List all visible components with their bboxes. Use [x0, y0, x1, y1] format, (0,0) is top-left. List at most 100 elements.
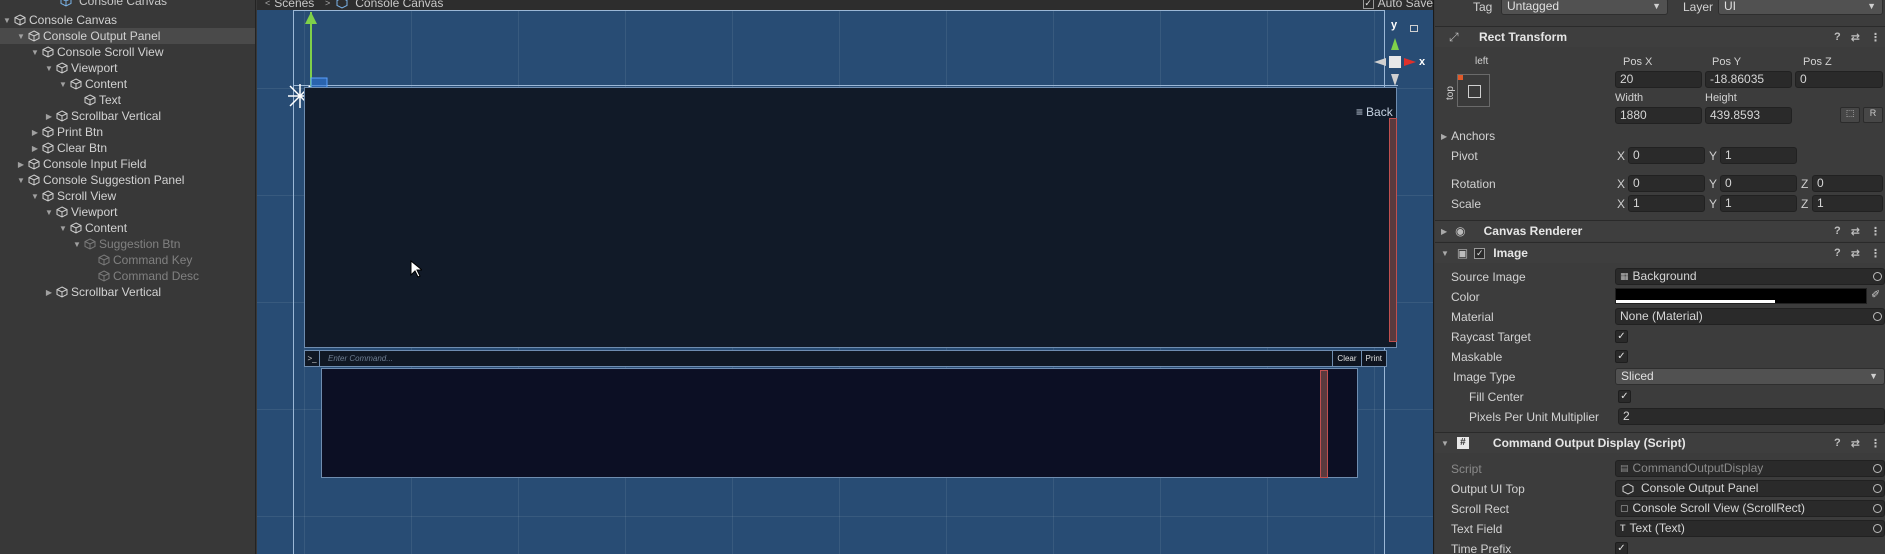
gizmo-x-cone[interactable] — [1404, 58, 1416, 66]
chevron-down-icon[interactable]: ▼ — [16, 32, 26, 41]
breadcrumb-scenes[interactable]: < Scenes — [265, 0, 314, 10]
settings-sliders-icon[interactable]: ⇄ — [1851, 31, 1860, 44]
output-scrollbar[interactable] — [1389, 118, 1397, 342]
ppu-multiplier-field[interactable]: 2 — [1618, 408, 1885, 425]
anchors-row[interactable]: ▶ Anchors — [1435, 126, 1885, 146]
rotation-x-field[interactable]: 0 — [1628, 175, 1705, 192]
chevron-right-icon[interactable]: ▶ — [30, 128, 40, 137]
pos-x-field[interactable]: 20 — [1615, 71, 1702, 88]
component-menu[interactable]: ? ⇄ ⋮ — [1834, 437, 1881, 450]
object-picker-icon[interactable] — [1873, 484, 1882, 493]
hierarchy-item[interactable]: ▼ Content — [0, 220, 255, 236]
scroll-rect-field[interactable]: ▢ Console Scroll View (ScrollRect) — [1615, 500, 1885, 517]
hierarchy-item[interactable]: ▶ Console Input Field — [0, 156, 255, 172]
hierarchy-item[interactable]: ▼ Console Scroll View — [0, 44, 255, 60]
fill-center-checkbox[interactable]: ✓ — [1618, 390, 1631, 403]
hierarchy-top-item[interactable]: Console Canvas — [58, 0, 167, 8]
chevron-down-icon[interactable]: ▼ — [58, 80, 68, 89]
help-icon[interactable]: ? — [1834, 31, 1841, 44]
hierarchy-item[interactable]: ▶ Clear Btn — [0, 140, 255, 156]
settings-sliders-icon[interactable]: ⇄ — [1851, 437, 1860, 450]
chevron-down-icon[interactable]: ▼ — [58, 224, 68, 233]
console-suggestion-panel[interactable] — [321, 368, 1358, 478]
object-picker-icon[interactable] — [1873, 504, 1882, 513]
component-menu[interactable]: ? ⇄ ⋮ — [1834, 247, 1881, 260]
console-output-panel[interactable] — [304, 87, 1397, 348]
command-output-header[interactable]: ▼ # Command Output Display (Script) ? ⇄ ⋮ — [1435, 432, 1885, 453]
hierarchy-item[interactable]: ▶ Scrollbar Vertical — [0, 108, 255, 124]
gizmo-y-cone[interactable] — [1391, 38, 1399, 50]
gizmo-neg-x-cone[interactable] — [1374, 58, 1386, 66]
object-picker-icon[interactable] — [1873, 524, 1882, 533]
component-menu[interactable]: ? ⇄ ⋮ — [1834, 225, 1881, 238]
hierarchy-item[interactable]: Command Desc — [0, 268, 255, 284]
pos-y-field[interactable]: -18.86035 — [1705, 71, 1792, 88]
source-image-field[interactable]: ▦ Background — [1615, 268, 1885, 285]
height-field[interactable]: 439.8593 — [1705, 107, 1792, 124]
raycast-target-checkbox[interactable]: ✓ — [1615, 330, 1628, 343]
output-ui-top-field[interactable]: Console Output Panel — [1615, 480, 1885, 497]
text-field-field[interactable]: T Text (Text) — [1615, 520, 1885, 537]
rect-transform-header[interactable]: ⤢ Rect Transform ? ⇄ ⋮ — [1435, 26, 1885, 47]
pos-z-field[interactable]: 0 — [1795, 71, 1883, 88]
suggestion-scrollbar[interactable] — [1320, 370, 1328, 478]
pivot-x-field[interactable]: 0 — [1628, 147, 1705, 164]
hierarchy-item[interactable]: ▼ Console Output Panel — [0, 28, 255, 44]
hierarchy-item[interactable]: ▼ Viewport — [0, 204, 255, 220]
image-type-dropdown[interactable]: Sliced ▼ — [1615, 368, 1885, 385]
chevron-right-icon[interactable]: ▶ — [44, 288, 54, 297]
chevron-right-icon[interactable]: ▶ — [16, 160, 26, 169]
chevron-down-icon[interactable]: ▼ — [72, 240, 82, 249]
help-icon[interactable]: ? — [1834, 225, 1841, 238]
chevron-right-icon[interactable]: ▶ — [30, 144, 40, 153]
raw-edit-button[interactable]: R — [1863, 107, 1883, 123]
scale-z-field[interactable]: 1 — [1812, 195, 1883, 212]
auto-save-toggle[interactable]: ✓ Auto Save — [1362, 0, 1433, 10]
image-enabled-checkbox[interactable]: ✓ — [1474, 247, 1486, 259]
object-picker-icon[interactable] — [1873, 272, 1882, 281]
settings-sliders-icon[interactable]: ⇄ — [1851, 225, 1860, 238]
breadcrumb-canvas[interactable]: > Console Canvas — [325, 0, 443, 10]
settings-sliders-icon[interactable]: ⇄ — [1851, 247, 1860, 260]
blueprint-mode-button[interactable]: ⬚ — [1840, 107, 1860, 123]
chevron-down-icon[interactable]: ▼ — [30, 48, 40, 57]
hierarchy-item[interactable]: Command Key — [0, 252, 255, 268]
chevron-down-icon[interactable]: ▼ — [44, 208, 54, 217]
maskable-checkbox[interactable]: ✓ — [1615, 350, 1628, 363]
print-button[interactable]: Print — [1360, 351, 1386, 366]
chevron-down-icon[interactable]: ▼ — [2, 16, 12, 25]
hierarchy-item[interactable]: ▼ Suggestion Btn — [0, 236, 255, 252]
back-button[interactable]: ≡ Back — [1356, 105, 1393, 119]
rotation-z-field[interactable]: 0 — [1812, 175, 1883, 192]
layer-dropdown[interactable]: UI ▼ — [1718, 0, 1883, 15]
rotation-y-field[interactable]: 0 — [1720, 175, 1797, 192]
scale-x-field[interactable]: 1 — [1628, 195, 1705, 212]
hierarchy-item[interactable]: ▼ Viewport — [0, 60, 255, 76]
anchor-preset-button[interactable] — [1457, 74, 1490, 107]
tag-dropdown[interactable]: Untagged ▼ — [1501, 0, 1668, 15]
console-input-field[interactable]: >_ Enter Command... Clear Print — [304, 350, 1387, 367]
hierarchy-item[interactable]: ▼ Scroll View — [0, 188, 255, 204]
component-menu[interactable]: ? ⇄ ⋮ — [1834, 31, 1881, 44]
time-prefix-checkbox[interactable]: ✓ — [1615, 542, 1628, 554]
object-picker-icon[interactable] — [1873, 312, 1882, 321]
material-field[interactable]: None (Material) — [1615, 308, 1885, 325]
gizmo-y-arrow[interactable] — [305, 12, 317, 24]
hierarchy-item[interactable]: Text — [0, 92, 255, 108]
kebab-menu-icon[interactable]: ⋮ — [1870, 225, 1881, 238]
chevron-down-icon[interactable]: ▼ — [16, 176, 26, 185]
kebab-menu-icon[interactable]: ⋮ — [1870, 247, 1881, 260]
scene-view[interactable]: < Scenes > Console Canvas ✓ Auto Save ≡ — [257, 0, 1434, 554]
image-header[interactable]: ▼ ▣ ✓ Image ? ⇄ ⋮ — [1435, 242, 1885, 263]
kebab-menu-icon[interactable]: ⋮ — [1870, 437, 1881, 450]
pivot-y-field[interactable]: 1 — [1720, 147, 1797, 164]
gizmo-center-cube[interactable] — [1389, 56, 1401, 68]
hierarchy-item[interactable]: ▶ Scrollbar Vertical — [0, 284, 255, 300]
clear-button[interactable]: Clear — [1332, 351, 1361, 366]
command-input-placeholder[interactable]: Enter Command... — [328, 354, 1332, 363]
hierarchy-item[interactable]: ▼ Content — [0, 76, 255, 92]
chevron-right-icon[interactable]: ▶ — [44, 112, 54, 121]
hierarchy-item[interactable]: ▼ Console Canvas — [0, 12, 255, 28]
hierarchy-item[interactable]: ▼ Console Suggestion Panel — [0, 172, 255, 188]
gizmo-neg-y-cone[interactable] — [1391, 74, 1399, 86]
